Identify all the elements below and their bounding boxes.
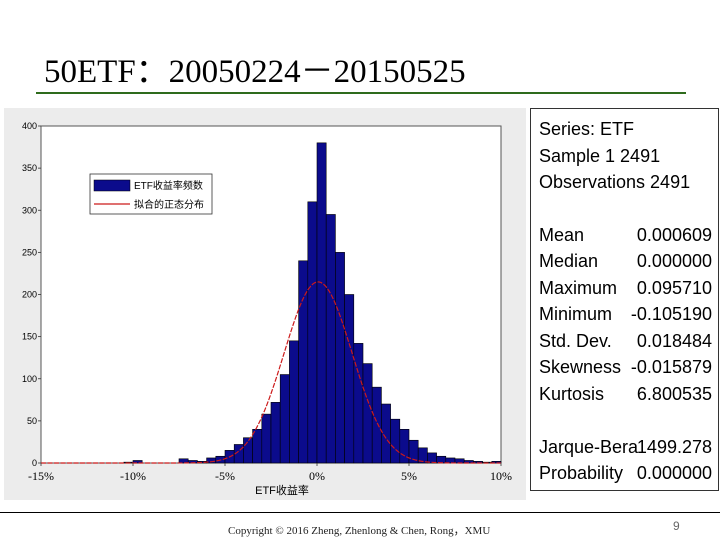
footer-divider — [0, 512, 720, 513]
stat-value: 0.095710 — [636, 278, 712, 298]
histogram-bar — [362, 363, 373, 464]
histogram-chart: 0 50 100 150 200 250 300 350 400 -15% -10% -5% 0% 5%… — [22, 121, 512, 497]
stat-label: Median — [539, 251, 599, 271]
x-tick-label: 10% — [490, 469, 512, 483]
stat-value: 0.018484 — [636, 331, 712, 351]
histogram-bar — [344, 294, 355, 464]
histogram-bar — [316, 142, 327, 464]
stat-value: 6.800535 — [636, 384, 712, 404]
histogram-bar — [335, 252, 345, 464]
stat-value: 0.000000 — [636, 463, 712, 483]
y-tick-label: 0 — [32, 458, 37, 468]
histogram-bar — [279, 374, 290, 464]
stat-value: -0.105190 — [630, 304, 712, 324]
histogram-bar — [381, 403, 391, 464]
x-axis-label: ETF收益率 — [255, 483, 309, 497]
histogram-bar — [243, 437, 253, 464]
stat-value: 0.000609 — [636, 225, 712, 245]
y-tick-label: 150 — [22, 332, 37, 342]
histogram-bar — [307, 201, 318, 464]
legend-label-curve: 拟合的正态分布 — [134, 198, 204, 211]
stat-row-kurtosis: Kurtosis 6.800535 — [539, 384, 712, 408]
stat-label: Jarque-Bera — [539, 437, 639, 457]
stat-row-median: Median 0.000000 — [539, 251, 712, 275]
x-tick-label: 0% — [309, 469, 325, 483]
stat-label: Skewness — [539, 357, 622, 377]
x-tick-label: 5% — [401, 469, 417, 483]
stat-row-jarque-bera: Jarque-Bera 1499.278 — [539, 437, 712, 461]
stat-label: Probability — [539, 463, 624, 483]
stat-row-std-dev: Std. Dev. 0.018484 — [539, 331, 712, 355]
y-tick-label: 350 — [22, 163, 37, 173]
y-tick-label: 100 — [22, 374, 37, 384]
stat-row-skewness: Skewness -0.015879 — [539, 357, 712, 381]
observations-count: Observations 2491 — [539, 172, 691, 192]
y-tick-label: 250 — [22, 247, 37, 257]
stat-label: Mean — [539, 225, 585, 245]
legend-label-bars: ETF收益率频数 — [134, 179, 203, 192]
slide-title: 50ETF：20050224－20150525 — [44, 54, 466, 90]
stat-value: 1499.278 — [636, 437, 712, 457]
y-tick-label: 400 — [22, 121, 37, 131]
histogram-bar — [270, 402, 281, 464]
histogram-bar — [261, 413, 272, 464]
sample-range: Sample 1 2491 — [539, 146, 661, 166]
histogram-bar — [252, 428, 263, 464]
histogram-bar — [289, 340, 299, 464]
histogram-bar — [454, 458, 465, 464]
stat-row-minimum: Minimum -0.105190 — [539, 304, 712, 328]
page-number: 9 — [673, 519, 680, 533]
title-underline — [36, 92, 686, 94]
stat-label: Std. Dev. — [539, 331, 612, 351]
chart-legend: ETF收益率频数 拟合的正态分布 — [89, 173, 213, 215]
histogram-bar — [436, 455, 447, 464]
statistics-panel: Series: ETF Sample 1 2491 Observations 2… — [530, 108, 719, 491]
histogram-bar — [445, 457, 456, 464]
stat-label: Kurtosis — [539, 384, 605, 404]
histogram-panel: 0 50 100 150 200 250 300 350 400 -15% -10% -5% 0% 5%… — [4, 108, 526, 500]
stat-row-mean: Mean 0.000609 — [539, 225, 712, 249]
stat-label: Maximum — [539, 278, 618, 298]
histogram-bar — [298, 260, 309, 464]
y-tick-label: 200 — [22, 290, 37, 300]
histogram-bar — [371, 386, 382, 464]
stat-value: 0.000000 — [636, 251, 712, 271]
stat-row-maximum: Maximum 0.095710 — [539, 278, 712, 302]
y-tick-label: 50 — [27, 416, 37, 426]
copyright-footer: Copyright © 2016 Zheng, Zhenlong & Chen,… — [228, 525, 491, 537]
stat-label: Minimum — [539, 304, 613, 324]
legend-swatch-bars — [93, 179, 131, 192]
y-tick-label: 300 — [22, 205, 37, 215]
series-name: Series: ETF — [539, 119, 635, 139]
histogram-bar — [390, 418, 401, 464]
x-tick-label: -5% — [215, 469, 235, 483]
histogram-bar — [325, 214, 336, 464]
histogram-bar — [353, 343, 364, 464]
x-tick-label: -10% — [120, 469, 146, 483]
stat-row-probability: Probability 0.000000 — [539, 463, 712, 487]
x-tick-label: -15% — [28, 469, 54, 483]
stat-value: -0.015879 — [630, 357, 712, 377]
